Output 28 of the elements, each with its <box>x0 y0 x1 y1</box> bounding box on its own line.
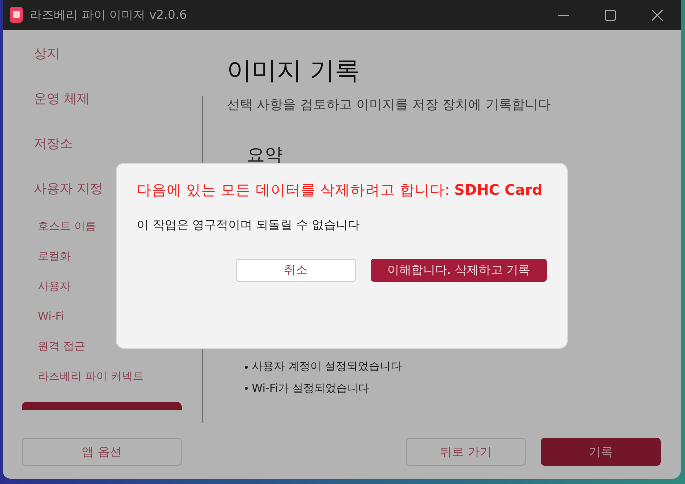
sidebar-item[interactable]: 운영 체제 <box>33 90 92 110</box>
sidebar-item[interactable]: 호스트 이름 <box>37 218 98 236</box>
cancel-button[interactable]: 취소 <box>236 258 356 282</box>
sidebar-item[interactable]: 원격 접근 <box>37 338 86 356</box>
bullet-icon <box>245 366 248 369</box>
sidebar-item[interactable]: 로컬화 <box>37 248 72 266</box>
sidebar-item[interactable]: 사용자 지정 <box>33 180 104 200</box>
sidebar-item[interactable]: 라즈베리 파이 커넥트 <box>37 368 145 386</box>
sidebar-item[interactable]: Wi-Fi <box>37 308 66 326</box>
page-subtitle: 선택 사항을 검토하고 이미지를 저장 장치에 기록합니다 <box>227 96 551 114</box>
confirm-button[interactable]: 이해합니다. 삭제하고 기록 <box>371 258 547 282</box>
close-icon <box>652 10 663 20</box>
sidebar-item[interactable]: 상지 <box>33 44 61 64</box>
sidebar-item[interactable]: 사용자 <box>37 278 72 296</box>
sidebar-item[interactable]: 저장소 <box>33 134 74 154</box>
app-icon <box>10 7 23 23</box>
app-options-button[interactable]: 앱 옵션 <box>22 438 182 466</box>
summary-item: 사용자 계정이 설정되었습니다 <box>252 359 402 375</box>
page-title: 이미지 기록 <box>227 55 361 87</box>
write-button[interactable]: 기록 <box>541 438 661 466</box>
summary-item: Wi-Fi가 설정되었습니다 <box>252 380 370 396</box>
window-title: 라즈베리 파이 이미저 v2.0.6 <box>30 7 188 24</box>
maximize-icon <box>605 10 616 20</box>
summary-heading: 요약 <box>247 144 284 168</box>
back-button[interactable]: 뒤로 가기 <box>406 438 526 466</box>
bullet-icon <box>245 387 248 390</box>
dialog-message: 이 작업은 영구적이며 되돌릴 수 없습니다 <box>137 216 362 234</box>
dialog-title: 다음에 있는 모든 데이터를 삭제하려고 합니다: SDHC Card <box>137 182 544 201</box>
